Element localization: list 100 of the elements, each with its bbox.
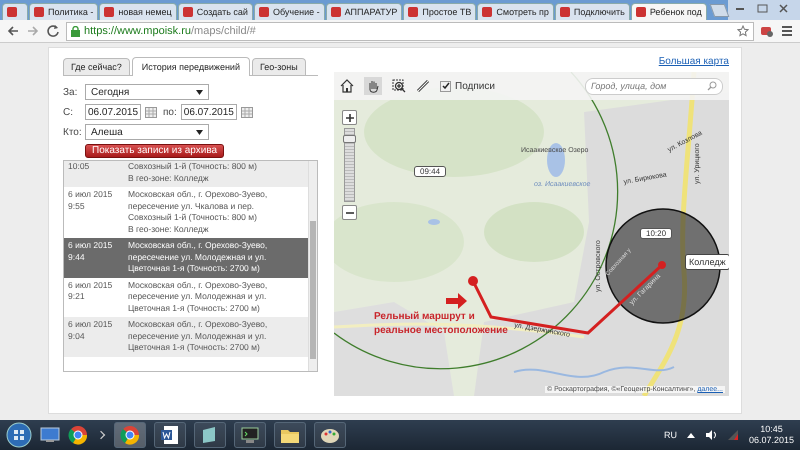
lock-icon	[71, 26, 80, 36]
annotation-text: реальное местоположение	[374, 324, 508, 338]
record-address-line: В гео-зоне: Колледж	[128, 172, 210, 184]
date-field[interactable]: 06.07.2015	[85, 104, 141, 120]
monitor-icon	[240, 425, 260, 445]
record-date: 6 июл 2015	[68, 189, 114, 200]
document-icon	[160, 425, 180, 445]
clock-date[interactable]: 06.07.2015	[748, 435, 794, 446]
taskbar-button[interactable]	[274, 422, 306, 448]
clock-time[interactable]: 10:45	[760, 424, 783, 435]
zoom-slider[interactable]	[344, 128, 355, 202]
reload-icon[interactable]	[46, 24, 60, 38]
map-search-input[interactable]: Город, улица, дом	[591, 81, 707, 91]
location-dot	[468, 276, 478, 286]
browser-tab[interactable]: Обучение -	[254, 3, 325, 20]
site-icon	[34, 7, 44, 17]
record-address-line: пересечение ул. Молодежная и ул.	[128, 330, 268, 342]
taskbar-button[interactable]	[114, 422, 146, 448]
browser-tab[interactable]: Подключить	[554, 3, 630, 20]
zone-label[interactable]: Колледж	[685, 254, 729, 270]
calendar-icon[interactable]	[145, 106, 157, 118]
network-icon[interactable]	[726, 429, 739, 441]
browser-tab[interactable]: Создать сай	[178, 3, 253, 20]
browser-tab[interactable]	[2, 3, 28, 20]
taskbar-button[interactable]	[314, 422, 346, 448]
menu-icon[interactable]	[780, 24, 794, 38]
caret-icon	[196, 90, 203, 94]
record-time: 10:05	[68, 161, 90, 172]
record-date: 6 июл 2015	[68, 240, 114, 252]
calendar-icon[interactable]	[240, 106, 253, 118]
panel-tab[interactable]: Где сейчас?	[63, 58, 130, 75]
history-row[interactable]: 6 июл 2015 9:44 Московская обл., г. Орехово-Зуево, пересечение ул. Молодежная и ул. Цветочная 1-я (Точность: 2700 м)	[64, 238, 308, 278]
zoom-slider-thumb[interactable]	[343, 135, 356, 144]
zoom-area-icon[interactable]	[392, 79, 406, 93]
history-row[interactable]: 6 июл 2015 9:04 Московская обл., г. Орехово-Зуево, пересечение ул. Молодежная и ул. Цветочная 1-я (Точность: 2700 м)	[64, 317, 308, 356]
labels-checkbox[interactable]	[440, 80, 451, 92]
zoom-out-button[interactable]	[342, 205, 357, 220]
site-icon	[182, 7, 193, 17]
browser-tab[interactable]: Простое ТВ	[403, 3, 476, 20]
site-icon	[330, 7, 341, 17]
panel-tab[interactable]: История передвижений	[132, 57, 250, 76]
date-field[interactable]: 06.07.2015	[180, 104, 237, 120]
plus-icon	[346, 114, 354, 122]
record-address-line: В гео-зоне: Колледж	[128, 224, 210, 235]
zoom-in-button[interactable]	[342, 110, 357, 125]
browser-tab[interactable]: новая немец	[99, 3, 177, 20]
taskbar-button[interactable]	[234, 422, 266, 448]
taskbar-button[interactable]	[154, 422, 186, 448]
show-archive-button[interactable]: Показать записи из архива	[85, 144, 224, 158]
history-row[interactable]: 10:05 Совхозный 1-й (Точность: 800 м) В гео-зоне: Колледж	[64, 161, 308, 187]
browser-tab[interactable]: Ребенок под	[630, 3, 707, 20]
speaker-icon[interactable]	[704, 429, 717, 441]
extension-icon[interactable]	[760, 24, 774, 38]
site-icon	[636, 7, 646, 17]
site-icon	[408, 7, 418, 17]
desktop-icon[interactable]	[40, 427, 60, 443]
record-address-line: Московская обл., г. Орехово-Зуево,	[128, 189, 268, 200]
big-map-link[interactable]: Большая карта	[658, 56, 729, 72]
site-icon	[258, 7, 269, 17]
time-marker[interactable]: 10:20	[640, 228, 672, 239]
record-time: 9:04	[68, 330, 86, 342]
location-dot	[658, 261, 666, 269]
pointer-arrow	[446, 293, 467, 309]
record-address-line: пересечение ул. Чкалова и пер.	[128, 200, 256, 212]
record-date: 6 июл 2015	[68, 319, 114, 330]
field-label: Кто:	[63, 126, 81, 138]
time-marker[interactable]: 09:44	[414, 166, 446, 177]
panel-tab[interactable]: Гео-зоны	[252, 58, 306, 75]
taskbar-button[interactable]	[194, 422, 226, 448]
map-search-field[interactable]: Город, улица, дом	[585, 78, 723, 94]
browser-tab[interactable]: АППАРАТУР	[326, 3, 402, 20]
browser-icon	[120, 425, 140, 445]
field-label: С:	[63, 106, 74, 118]
caret-icon	[196, 130, 203, 134]
star-icon[interactable]	[737, 25, 749, 37]
period-select[interactable]: Сегодня	[85, 84, 209, 100]
address-bar[interactable]: https://www.mpoisk.ru/maps/child/#	[66, 22, 754, 40]
record-address-line: Цветочная 1-я (Точность: 2700 м)	[128, 342, 261, 354]
search-icon[interactable]	[707, 81, 717, 91]
home-icon[interactable]	[340, 79, 354, 93]
record-address-line: пересечение ул. Молодежная и ул.	[128, 252, 268, 263]
scrollbar[interactable]	[308, 161, 317, 371]
field-label: по:	[163, 106, 177, 118]
browser-tab[interactable]: Смотреть пр	[477, 3, 554, 20]
record-address-line: Цветочная 1-я (Точность: 2700 м)	[128, 302, 261, 314]
back-icon[interactable]	[6, 24, 20, 38]
browser-tab[interactable]: Политика -	[29, 3, 98, 20]
record-time: 9:55	[68, 200, 86, 212]
record-time: 9:21	[68, 291, 86, 302]
browser-icon[interactable]	[68, 425, 88, 445]
record-date: 6 июл 2015	[68, 280, 114, 291]
record-address-line: пересечение ул. Молодежная и ул.	[128, 291, 268, 302]
site-icon	[560, 7, 570, 17]
hand-icon[interactable]	[364, 77, 382, 95]
start-button-icon[interactable]	[6, 422, 32, 448]
tray-expand-icon[interactable]	[686, 432, 695, 438]
record-address-line: Московская обл., г. Орехово-Зуево,	[128, 319, 268, 330]
ruler-icon[interactable]	[416, 79, 430, 93]
language-indicator[interactable]: RU	[664, 430, 677, 440]
person-select[interactable]: Алеша	[85, 124, 209, 140]
